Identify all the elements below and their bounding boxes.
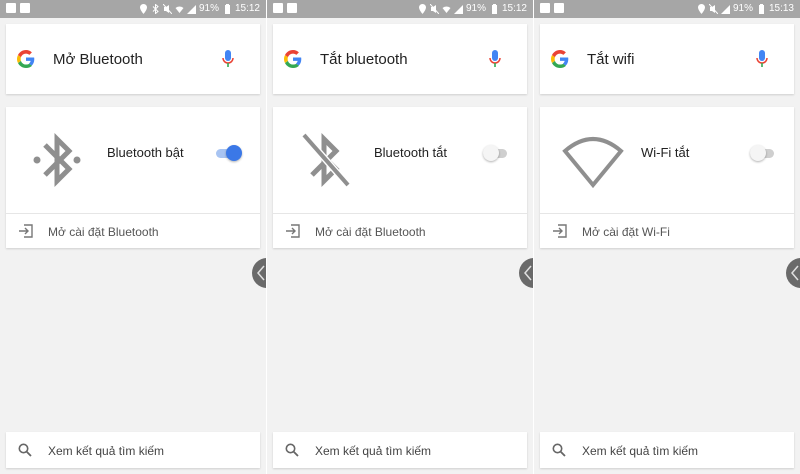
- location-icon: [697, 4, 705, 14]
- open-in-icon: [286, 224, 300, 238]
- notification-icons: [6, 3, 30, 13]
- result-card: Bluetooth bật Mở cài đặt Bluetooth: [6, 107, 260, 248]
- view-search-results-button[interactable]: Xem kết quả tìm kiếm: [540, 432, 794, 468]
- settings-link-label: Mở cài đặt Wi-Fi: [582, 225, 670, 239]
- battery-percent: 91%: [198, 3, 219, 14]
- search-query-card[interactable]: Tắt wifi: [540, 24, 794, 94]
- search-icon: [552, 443, 566, 457]
- status-bar: 91% 15:13: [534, 0, 800, 18]
- search-query-text: Tắt wifi: [587, 51, 635, 68]
- signal-icon: [453, 4, 463, 14]
- microphone-icon[interactable]: [756, 50, 768, 68]
- battery-icon: [490, 4, 498, 14]
- google-logo-icon: [551, 50, 569, 68]
- result-label: Bluetooth bật: [107, 145, 184, 160]
- view-search-results-button[interactable]: Xem kết quả tìm kiếm: [6, 432, 260, 468]
- mute-icon: [708, 4, 718, 14]
- view-search-results-label: Xem kết quả tìm kiếm: [582, 444, 699, 458]
- open-settings-link[interactable]: Mở cài đặt Bluetooth: [6, 214, 260, 248]
- facebook-notification-icon: [287, 3, 297, 13]
- bluetooth-toggle[interactable]: [216, 145, 242, 161]
- bluetooth-icon: [33, 132, 81, 188]
- wifi-status-icon: [175, 4, 184, 14]
- search-icon: [18, 443, 32, 457]
- location-icon: [139, 4, 147, 14]
- search-icon: [285, 443, 299, 457]
- settings-link-label: Mở cài đặt Bluetooth: [48, 225, 159, 239]
- open-settings-link[interactable]: Mở cài đặt Bluetooth: [273, 214, 527, 248]
- bluetooth-disabled-icon: [301, 132, 351, 188]
- assistant-panel-2: 91% 15:12 Tắt bluetooth Bluetooth tắt Mở…: [267, 0, 533, 474]
- microphone-icon[interactable]: [222, 50, 234, 68]
- system-icons: 91% 15:13: [697, 3, 794, 15]
- open-in-icon: [19, 224, 33, 238]
- view-search-results-label: Xem kết quả tìm kiếm: [48, 444, 165, 458]
- result-label: Wi-Fi tắt: [641, 145, 690, 160]
- bluetooth-toggle[interactable]: [483, 145, 509, 161]
- bluetooth-status-icon: [151, 4, 159, 14]
- signal-icon: [186, 4, 196, 14]
- google-logo-icon: [284, 50, 302, 68]
- gallery-notification-icon: [6, 3, 16, 13]
- side-panel-handle[interactable]: [252, 258, 266, 288]
- microphone-icon[interactable]: [489, 50, 501, 68]
- status-bar: 91% 15:12: [267, 0, 533, 18]
- clock: 15:12: [234, 3, 260, 14]
- clock: 15:12: [501, 3, 527, 14]
- gallery-notification-icon: [273, 3, 283, 13]
- signal-icon: [720, 4, 730, 14]
- search-query-card[interactable]: Mở Bluetooth: [6, 24, 260, 94]
- assistant-panel-3: 91% 15:13 Tắt wifi Wi-Fi tắt Mở cài đặt …: [534, 0, 800, 474]
- clock: 15:13: [768, 3, 794, 14]
- gallery-notification-icon: [540, 3, 550, 13]
- settings-link-label: Mở cài đặt Bluetooth: [315, 225, 426, 239]
- system-icons: 91% 15:12: [139, 3, 260, 15]
- google-logo-icon: [17, 50, 35, 68]
- notification-icons: [273, 3, 297, 13]
- search-query-text: Mở Bluetooth: [53, 51, 143, 68]
- assistant-panel-1: 91% 15:12 Mở Bluetooth Bluetooth bật Mở …: [0, 0, 266, 474]
- notification-icons: [540, 3, 564, 13]
- battery-icon: [757, 4, 765, 14]
- result-card: Wi-Fi tắt Mở cài đặt Wi-Fi: [540, 107, 794, 248]
- mute-icon: [162, 4, 172, 14]
- mute-icon: [429, 4, 439, 14]
- wifi-toggle[interactable]: [750, 145, 776, 161]
- chevron-left-icon: [257, 265, 265, 281]
- view-search-results-label: Xem kết quả tìm kiếm: [315, 444, 432, 458]
- open-in-icon: [553, 224, 567, 238]
- facebook-notification-icon: [20, 3, 30, 13]
- battery-percent: 91%: [732, 3, 753, 14]
- battery-percent: 91%: [465, 3, 486, 14]
- location-icon: [418, 4, 426, 14]
- result-label: Bluetooth tắt: [374, 145, 447, 160]
- status-bar: 91% 15:12: [0, 0, 266, 18]
- facebook-notification-icon: [554, 3, 564, 13]
- wifi-off-icon: [562, 137, 624, 189]
- system-icons: 91% 15:12: [418, 3, 527, 15]
- search-query-text: Tắt bluetooth: [320, 51, 408, 68]
- chevron-left-icon: [791, 265, 799, 281]
- wifi-status-icon: [442, 4, 451, 14]
- search-query-card[interactable]: Tắt bluetooth: [273, 24, 527, 94]
- view-search-results-button[interactable]: Xem kết quả tìm kiếm: [273, 432, 527, 468]
- side-panel-handle[interactable]: [519, 258, 533, 288]
- open-settings-link[interactable]: Mở cài đặt Wi-Fi: [540, 214, 794, 248]
- chevron-left-icon: [524, 265, 532, 281]
- result-card: Bluetooth tắt Mở cài đặt Bluetooth: [273, 107, 527, 248]
- battery-icon: [223, 4, 231, 14]
- side-panel-handle[interactable]: [786, 258, 800, 288]
